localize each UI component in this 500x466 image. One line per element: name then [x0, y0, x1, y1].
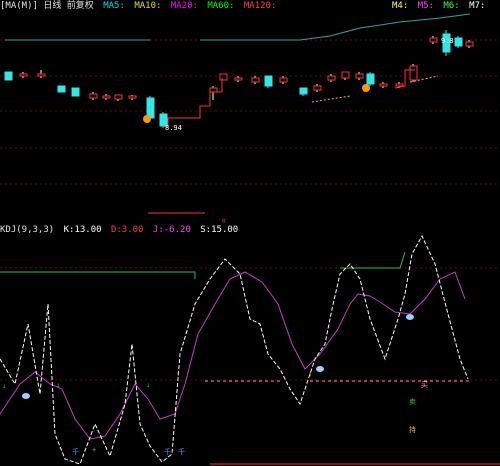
candle-body	[454, 37, 463, 47]
candle-body	[251, 77, 260, 83]
step-line	[167, 78, 223, 128]
candle-body	[4, 71, 13, 81]
ma-line-cyan-2	[200, 13, 471, 41]
k-line	[0, 234, 469, 465]
candle-body	[102, 95, 111, 99]
candle-body	[465, 41, 474, 47]
marker-label: 千	[72, 447, 79, 456]
sell-marker: ↓	[56, 381, 60, 389]
candle-body	[264, 75, 273, 87]
candle-body	[379, 83, 388, 87]
candle-body	[219, 73, 228, 81]
candlestick-series	[4, 30, 474, 128]
cloud-icon	[22, 393, 30, 399]
buy-marker: ↑	[308, 370, 312, 378]
j-line	[0, 271, 466, 440]
signal-marker	[362, 84, 370, 92]
candle-body	[313, 85, 322, 91]
candle-body	[299, 87, 308, 95]
candle-body	[209, 87, 218, 93]
candle-body	[71, 87, 80, 97]
candle-body	[355, 73, 364, 79]
candle-body	[234, 77, 243, 81]
price-chart-canvas: 8.94 9.8 0	[0, 13, 500, 224]
candle-body	[429, 37, 438, 43]
cloud-icon	[316, 366, 324, 372]
candle-body	[146, 97, 155, 119]
candle-body	[279, 77, 288, 83]
marker-label: 买	[421, 381, 428, 389]
candle-body	[89, 93, 98, 99]
indicator-canvas: ↓ ↓ ↓ ↑ ↑ 买 卖 持 千 + 千 千	[0, 234, 500, 465]
candle-body	[366, 73, 375, 85]
candle-body	[114, 94, 123, 100]
trend-line	[311, 95, 351, 103]
marker-label: 千	[164, 447, 171, 456]
marker-label: 卖	[409, 398, 416, 406]
candle-body	[409, 65, 418, 81]
green-ref-line-2	[340, 251, 406, 269]
indicator-panel[interactable]: KDJ(9,3,3) K:13.00 D:3.00 J:-6.20 S:15.0…	[0, 224, 500, 466]
buy-marker: ↑	[176, 370, 180, 378]
candle-body	[341, 71, 350, 79]
price-chart-panel[interactable]: [MA(M)] 日线 前复权 MA5: MA10: MA20: MA60: MA…	[0, 0, 500, 224]
green-ref-line	[0, 271, 196, 279]
candle-body	[37, 73, 46, 77]
signal-marker	[143, 115, 151, 123]
marker-label: +	[92, 446, 96, 454]
candle-body	[19, 73, 28, 77]
marker-label: 千	[178, 447, 185, 456]
high-price-label: 9.8	[441, 37, 454, 45]
sell-marker: ↓	[2, 382, 6, 390]
candle-body	[128, 95, 137, 99]
low-price-label: 8.94	[165, 124, 182, 132]
sell-marker: ↓	[146, 381, 150, 389]
candle-body	[57, 85, 66, 93]
cloud-icon	[406, 314, 414, 320]
candle-body	[327, 75, 336, 81]
candle-body	[395, 83, 404, 87]
marker-label: 持	[409, 425, 416, 434]
